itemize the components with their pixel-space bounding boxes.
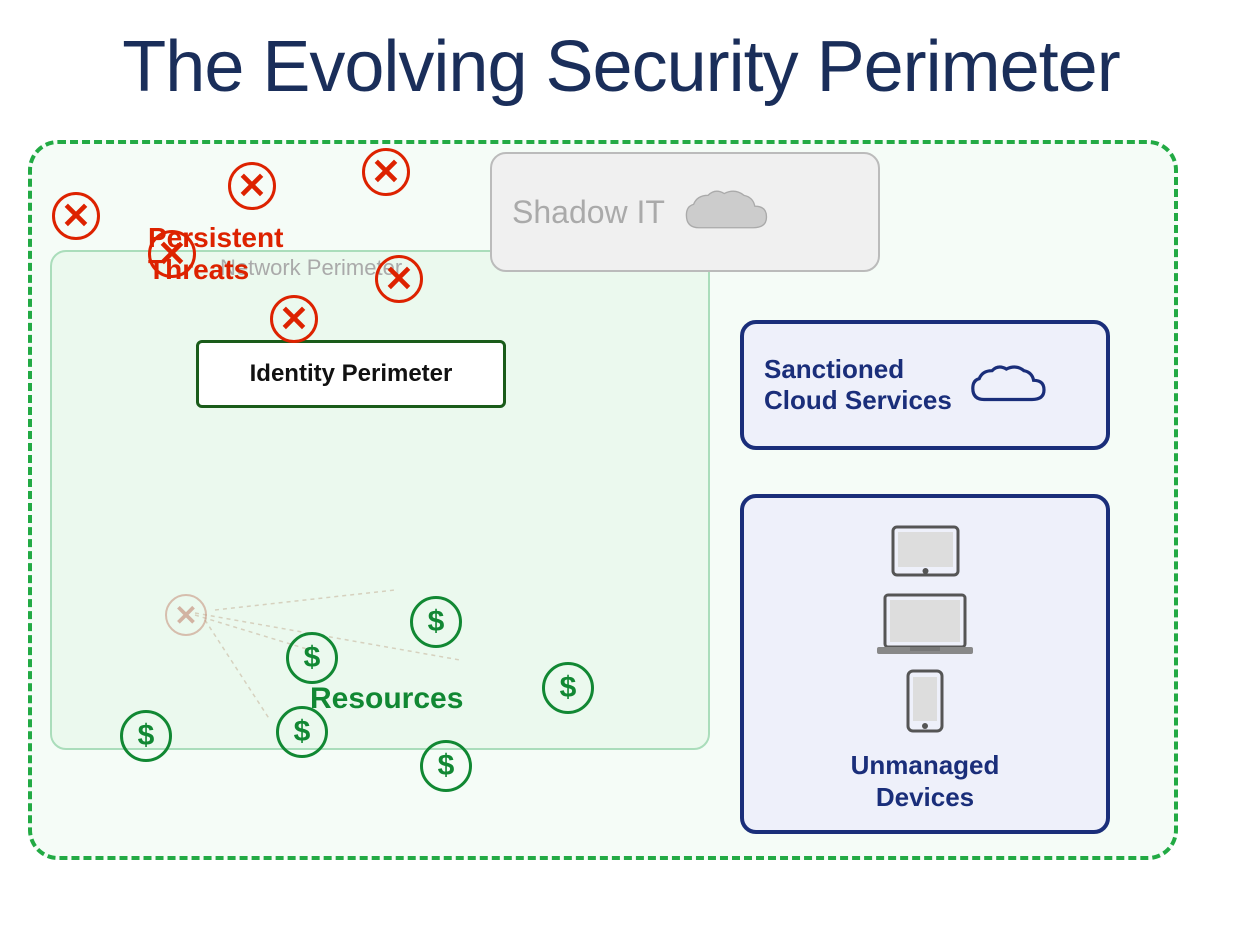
tablet-icon xyxy=(888,525,963,580)
resource-node-1: $ xyxy=(286,632,338,684)
threat-icon-2: ✕ xyxy=(228,162,276,210)
resource-node-5: $ xyxy=(420,740,472,792)
laptop-icon xyxy=(875,592,975,657)
network-perimeter-box xyxy=(50,250,710,750)
unmanaged-devices-box: Unmanaged Devices xyxy=(740,494,1110,834)
resource-node-3: $ xyxy=(542,662,594,714)
resource-node-6: $ xyxy=(120,710,172,762)
threat-icon-6: ✕ xyxy=(270,295,318,343)
sanctioned-cloud-box: Sanctioned Cloud Services xyxy=(740,320,1110,450)
shadow-it-cloud-icon xyxy=(681,182,771,242)
sanctioned-label-line2: Cloud Services xyxy=(764,385,952,416)
internal-threat-icon: ✕ xyxy=(165,594,207,636)
identity-perimeter-box: Identity Perimeter xyxy=(196,340,506,408)
shadow-it-label: Shadow IT xyxy=(512,194,665,231)
threat-icon-1: ✕ xyxy=(52,192,100,240)
resources-label: Resources xyxy=(310,682,463,716)
shadow-it-box: Shadow IT xyxy=(490,152,880,272)
persistent-threats-label: Persistent Threats xyxy=(148,222,283,286)
threat-icon-3: ✕ xyxy=(362,148,410,196)
threat-icon-5: ✕ xyxy=(375,255,423,303)
page-title: The Evolving Security Perimeter xyxy=(0,0,1242,107)
unmanaged-label: Unmanaged Devices xyxy=(851,750,1000,812)
sanctioned-label-line1: Sanctioned xyxy=(764,354,952,385)
identity-perimeter-label: Identity Perimeter xyxy=(250,360,453,388)
phone-icon xyxy=(905,669,945,734)
sanctioned-cloud-icon xyxy=(968,358,1048,413)
devices-icons xyxy=(875,525,975,734)
resource-node-2: $ xyxy=(410,596,462,648)
